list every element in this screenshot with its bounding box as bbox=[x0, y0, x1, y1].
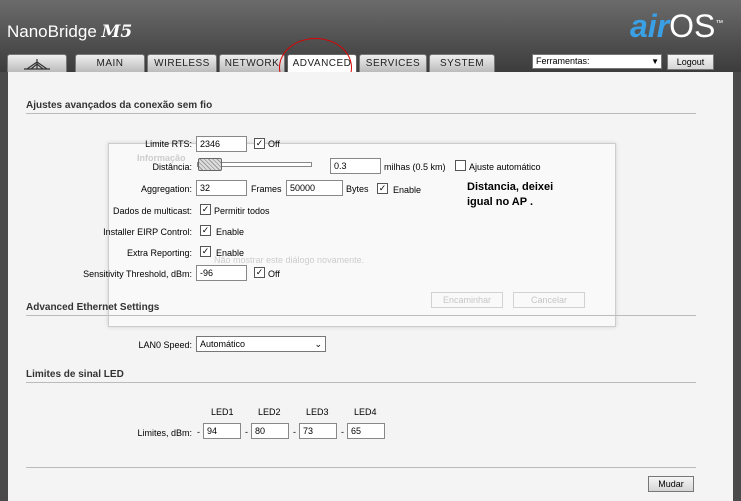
brand-model: M5 bbox=[101, 22, 133, 42]
aggregation-enable-label: Enable bbox=[393, 185, 422, 195]
led2-label: LED2 bbox=[258, 407, 281, 417]
extra-reporting-option: Enable bbox=[216, 248, 245, 258]
multicast-option: Permitir todos bbox=[214, 206, 270, 216]
rts-input[interactable]: 2346 bbox=[196, 136, 247, 152]
change-button[interactable]: Mudar bbox=[648, 476, 694, 492]
airos-tm: ™ bbox=[715, 18, 724, 28]
tab-wireless[interactable]: WIRELESS bbox=[147, 54, 217, 72]
section-divider bbox=[26, 467, 696, 468]
airos-prefix: air bbox=[630, 8, 670, 44]
chevron-down-icon: ▼ bbox=[651, 57, 659, 66]
aggregation-bytes-input[interactable]: 50000 bbox=[286, 180, 343, 196]
tab-ubnt-logo[interactable] bbox=[7, 54, 67, 72]
led1-label: LED1 bbox=[211, 407, 234, 417]
led2-minus: - bbox=[245, 427, 248, 437]
auto-adjust-checkbox[interactable] bbox=[455, 160, 466, 171]
led3-minus: - bbox=[293, 427, 296, 437]
lan-speed-select[interactable]: Automático ⌄ bbox=[196, 336, 326, 352]
logout-button[interactable]: Logout bbox=[667, 54, 714, 70]
distance-slider-handle[interactable] bbox=[198, 158, 222, 171]
rts-label: Limite RTS: bbox=[145, 139, 192, 149]
brand-name: NanoBridge bbox=[7, 22, 97, 41]
led4-label: LED4 bbox=[354, 407, 377, 417]
section-divider bbox=[26, 113, 696, 114]
eirp-option: Enable bbox=[216, 227, 245, 237]
ghost-cancel-button: Cancelar bbox=[513, 292, 585, 308]
extra-reporting-label: Extra Reporting: bbox=[126, 248, 192, 258]
distance-label: Distância: bbox=[152, 162, 192, 172]
sensitivity-off-checkbox[interactable]: ✓ bbox=[254, 267, 265, 278]
led1-input[interactable]: 94 bbox=[203, 423, 241, 439]
chevron-down-icon: ⌄ bbox=[314, 339, 322, 349]
limits-label: Limites, dBm: bbox=[137, 428, 192, 438]
bytes-label: Bytes bbox=[346, 184, 369, 194]
led3-label: LED3 bbox=[306, 407, 329, 417]
ghost-forward-button: Encaminhar bbox=[431, 292, 503, 308]
section-title-led: Limites de sinal LED bbox=[26, 369, 124, 380]
tab-network[interactable]: NETWORK bbox=[219, 54, 285, 72]
tools-label: Ferramentas: bbox=[536, 56, 590, 66]
lan-speed-label: LAN0 Speed: bbox=[138, 340, 192, 350]
tab-services[interactable]: SERVICES bbox=[359, 54, 427, 72]
airos-suffix: OS bbox=[669, 8, 716, 44]
sensitivity-label: Sensitivity Threshold, dBm: bbox=[83, 269, 192, 279]
header-bar: NanoBridge M5 airOS™ MAIN WIRELESS NETWO… bbox=[0, 0, 741, 73]
distance-input[interactable]: 0.3 bbox=[330, 158, 381, 174]
tab-main[interactable]: MAIN bbox=[75, 54, 145, 72]
rts-off-label: Off bbox=[268, 139, 280, 149]
multicast-label: Dados de multicast: bbox=[112, 206, 192, 216]
extra-reporting-checkbox[interactable]: ✓ bbox=[200, 246, 211, 257]
multicast-checkbox[interactable]: ✓ bbox=[200, 204, 211, 215]
aggregation-enable-checkbox[interactable]: ✓ bbox=[377, 183, 388, 194]
tab-system[interactable]: SYSTEM bbox=[429, 54, 495, 72]
led2-input[interactable]: 80 bbox=[251, 423, 289, 439]
led4-minus: - bbox=[341, 427, 344, 437]
tools-dropdown[interactable]: Ferramentas: ▼ bbox=[532, 54, 662, 69]
led4-input[interactable]: 65 bbox=[347, 423, 385, 439]
brand-logo: NanoBridge M5 bbox=[7, 22, 132, 42]
section-divider bbox=[26, 315, 696, 316]
airos-logo: airOS™ bbox=[630, 8, 723, 45]
sensitivity-off-label: Off bbox=[268, 269, 280, 279]
section-divider bbox=[26, 382, 696, 383]
annotation-note: Distancia, deixei igual no AP . bbox=[467, 181, 554, 208]
led1-minus: - bbox=[197, 427, 200, 437]
sensitivity-input[interactable]: -96 bbox=[196, 265, 247, 281]
section-title-wireless: Ajustes avançados da conexão sem fio bbox=[26, 100, 213, 111]
eirp-checkbox[interactable]: ✓ bbox=[200, 225, 211, 236]
aggregation-frames-input[interactable]: 32 bbox=[196, 180, 247, 196]
ubnt-logo-icon bbox=[24, 59, 50, 70]
led3-input[interactable]: 73 bbox=[299, 423, 337, 439]
lan-speed-value: Automático bbox=[200, 339, 246, 349]
auto-adjust-label: Ajuste automático bbox=[469, 162, 541, 172]
section-title-ethernet: Advanced Ethernet Settings bbox=[26, 302, 160, 313]
rts-off-checkbox[interactable]: ✓ bbox=[254, 138, 265, 149]
distance-unit: milhas (0.5 km) bbox=[384, 162, 446, 172]
frames-label: Frames bbox=[251, 184, 282, 194]
aggregation-label: Aggregation: bbox=[140, 184, 192, 194]
eirp-label: Installer EIRP Control: bbox=[103, 227, 192, 237]
